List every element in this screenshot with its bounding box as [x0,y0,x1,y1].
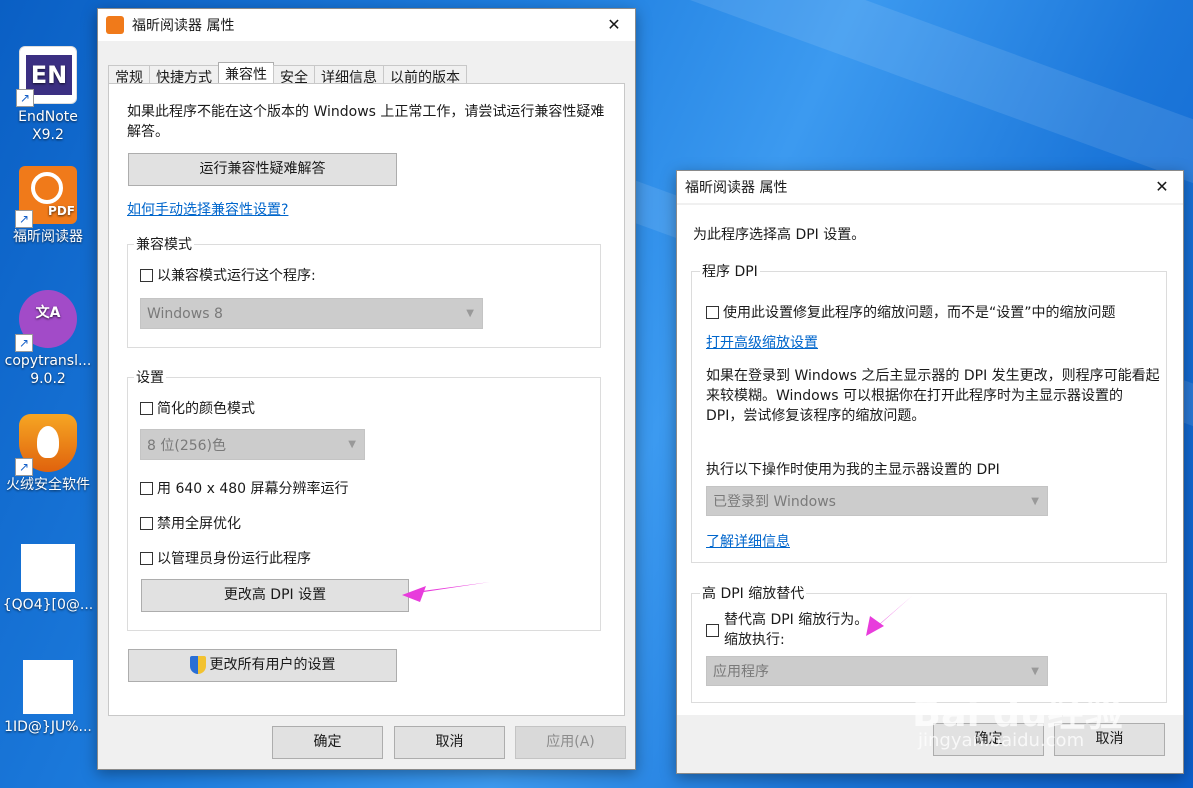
select-value: 已登录到 Windows [713,494,836,510]
chevron-down-icon: ▼ [1031,495,1039,507]
shortcut-arrow-icon: ↗ [16,89,34,107]
window-titlebar[interactable]: 福昕阅读器 属性 ✕ [677,171,1183,203]
change-high-dpi-button[interactable]: 更改高 DPI 设置 [141,579,409,612]
dpi-when-label: 执行以下操作时使用为我的主显示器设置的 DPI [706,462,1000,478]
desktop-icon-label: 1ID@}JU%... [4,719,92,735]
desktop-icon-huorong[interactable]: ↗ 火绒安全软件 [0,414,96,494]
advanced-scaling-link[interactable]: 打开高级缩放设置 [706,332,818,352]
document-thumbnail-icon [23,660,73,714]
desktop-icon-label: EndNote X9.2 [18,109,78,143]
compat-os-select[interactable]: Windows 8 ▼ [140,298,483,329]
checkbox-box[interactable] [706,305,719,319]
checkbox-label: 禁用全屏优化 [157,516,241,532]
chevron-down-icon: ▼ [348,439,356,450]
disable-fullscreen-checkbox[interactable]: 禁用全屏优化 [140,513,241,533]
desktop-icon-endnote[interactable]: EN ↗ EndNote X9.2 [0,46,96,144]
dpi-heading: 为此程序选择高 DPI 设置。 [693,227,866,243]
run-640-checkbox[interactable]: 用 640 x 480 屏幕分辨率运行 [140,478,349,498]
fix-scaling-checkbox[interactable]: 使用此设置修复此程序的缩放问题，而不是“设置”中的缩放问题 [706,302,1116,322]
endnote-icon: EN ↗ [16,46,77,107]
copytranslator-glyph: 文A [35,305,61,321]
checkbox-label: 使用此设置修复此程序的缩放问题，而不是“设置”中的缩放问题 [723,305,1116,321]
close-button[interactable]: ✕ [593,9,635,41]
dpi-description: 如果在登录到 Windows 之后主显示器的 DPI 发生更改，则程序可能看起来… [706,368,1160,424]
foxit-app-icon [106,16,124,34]
run-admin-checkbox[interactable]: 以管理员身份运行此程序 [140,548,311,568]
document-thumbnail-icon [21,544,75,592]
dpi-panel: 为此程序选择高 DPI 设置。 程序 DPI 使用此设置修复此程序的缩放问题，而… [677,205,1183,715]
group-title: 高 DPI 缩放替代 [700,583,807,603]
dpi-when-select[interactable]: 已登录到 Windows ▼ [706,486,1048,516]
window-title: 福昕阅读器 属性 [685,180,788,196]
learn-more-link[interactable]: 了解详细信息 [706,531,790,551]
baidu-watermark-logo: Bai du经验 [912,691,1124,735]
shortcut-arrow-icon: ↗ [15,334,33,352]
close-button[interactable]: ✕ [1141,171,1183,203]
checkbox-box[interactable] [140,481,153,495]
baidu-watermark-url: jingyan.baidu.com [918,730,1085,751]
checkbox-label: 以管理员身份运行此程序 [157,551,311,567]
manual-settings-link[interactable]: 如何手动选择兼容性设置? [127,199,288,219]
desktop-icon-label: copytransl... 9.0.2 [4,353,92,387]
desktop-icon-foxit[interactable]: PDF ↗ 福昕阅读器 [0,166,96,246]
checkbox-box[interactable] [140,551,153,565]
button-label: 更改所有用户的设置 [209,657,336,673]
override-label: 替代高 DPI 缩放行为。 [724,612,869,628]
group-title: 设置 [134,367,166,387]
group-title: 程序 DPI [700,261,760,281]
annotation-arrow [402,582,490,602]
desktop-icon-copytranslator[interactable]: 文A ↗ copytransl... 9.0.2 [0,290,96,388]
window-title: 福昕阅读器 属性 [132,18,235,34]
desktop-icon-file-1[interactable]: {QO4}[0@... [0,544,96,614]
uac-shield-icon [189,656,206,674]
group-title: 兼容模式 [134,234,194,254]
reduced-color-checkbox[interactable]: 简化的颜色模式 [140,398,255,418]
foxit-reader-icon: PDF ↗ [15,166,77,228]
apply-button[interactable]: 应用(A) [515,726,626,759]
change-all-users-button[interactable]: 更改所有用户的设置 [128,649,397,682]
chevron-down-icon: ▼ [466,308,474,319]
checkbox-box[interactable] [140,268,153,282]
shortcut-arrow-icon: ↗ [15,458,33,476]
checkbox-box[interactable] [140,516,153,530]
checkbox-label: 以兼容模式运行这个程序: [157,268,316,284]
run-troubleshooter-button[interactable]: 运行兼容性疑难解答 [128,153,397,186]
ok-button[interactable]: 确定 [272,726,383,759]
override-sub-label: 缩放执行: [724,632,785,648]
annotation-arrow [866,596,912,636]
cancel-button[interactable]: 取消 [394,726,505,759]
override-checkbox[interactable] [706,624,719,637]
checkbox-label: 用 640 x 480 屏幕分辨率运行 [157,481,349,497]
chevron-down-icon: ▼ [1031,665,1039,677]
desktop-icon-label: 火绒安全软件 [6,477,90,493]
intro-text: 如果此程序不能在这个版本的 Windows 上正常工作，请尝试运行兼容性疑难解答… [127,104,605,140]
compat-mode-group: 兼容模式 以兼容模式运行这个程序: Windows 8 ▼ [127,234,601,348]
checkbox-label: 简化的颜色模式 [157,401,255,417]
window-titlebar[interactable]: 福昕阅读器 属性 ✕ [98,9,635,41]
compatibility-panel: 如果此程序不能在这个版本的 Windows 上正常工作，请尝试运行兼容性疑难解答… [108,83,625,716]
desktop-icon-file-2[interactable]: 1ID@}JU%... [0,660,96,736]
copytranslator-icon: 文A ↗ [15,290,77,352]
program-dpi-group: 程序 DPI 使用此设置修复此程序的缩放问题，而不是“设置”中的缩放问题 打开高… [691,261,1167,563]
desktop-icon-label: 福昕阅读器 [13,229,83,245]
desktop-icon-label: {QO4}[0@... [2,597,94,613]
settings-group: 设置 简化的颜色模式 8 位(256)色 ▼ 用 640 x 480 屏幕分辨率… [127,367,601,631]
shortcut-arrow-icon: ↗ [15,210,33,228]
foxit-glyph: PDF [48,204,75,218]
select-value: 8 位(256)色 [147,437,227,454]
color-depth-select[interactable]: 8 位(256)色 ▼ [140,429,365,460]
checkbox-box[interactable] [140,401,153,415]
properties-window: 福昕阅读器 属性 ✕ 常规 快捷方式 兼容性 安全 详细信息 以前的版本 如果此… [97,8,636,770]
compat-mode-checkbox[interactable]: 以兼容模式运行这个程序: [140,265,316,285]
select-value: Windows 8 [147,305,223,322]
select-value: 应用程序 [713,664,769,680]
huorong-icon: ↗ [15,414,77,476]
